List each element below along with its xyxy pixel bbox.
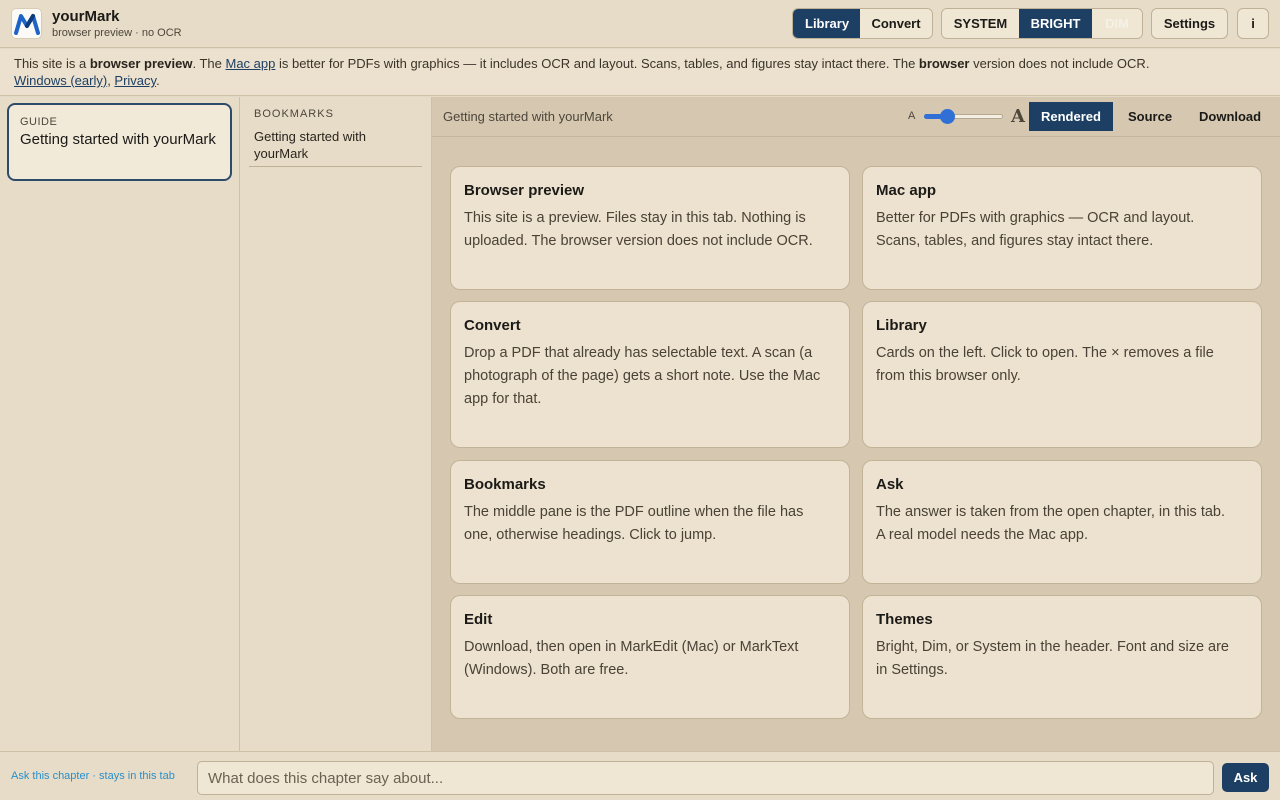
card-body: This site is a preview. Files stay in th… [464, 210, 813, 249]
card-title: Browser preview [464, 182, 585, 199]
card-body: The middle pane is the PDF outline when … [464, 504, 804, 543]
yourmark-logo-icon [11, 8, 42, 39]
nav-segment: Library Convert [792, 8, 933, 39]
library-card-kicker: GUIDE [20, 116, 58, 128]
source-view-button[interactable]: Source [1116, 102, 1184, 131]
mac-app-link[interactable]: Mac app [225, 56, 275, 71]
ask-button[interactable]: Ask [1222, 763, 1269, 792]
card-convert: Convert Drop a PDF that already has sele… [450, 301, 850, 448]
ask-hint: Ask this chapter · stays in this tab [11, 770, 175, 782]
rendered-view-button[interactable]: Rendered [1029, 102, 1113, 131]
app-subtitle: browser preview · no OCR [52, 27, 182, 39]
card-library: Library Cards on the left. Click to open… [862, 301, 1262, 448]
theme-dim-button[interactable]: DIM [1092, 9, 1142, 38]
library-card[interactable]: GUIDE Getting started with yourMark [7, 103, 232, 181]
font-size-slider[interactable] [924, 109, 1003, 124]
font-size-large-label: A [1011, 106, 1025, 127]
card-body: The answer is taken from the open chapte… [876, 504, 1225, 543]
bookmark-item[interactable]: Getting started with yourMark [249, 128, 422, 167]
card-body: Drop a PDF that already has selectable t… [464, 345, 821, 407]
notice-text: . The [192, 56, 226, 71]
notice-text: is better for PDFs with graphics — it in… [275, 56, 919, 71]
download-button[interactable]: Download [1187, 102, 1273, 131]
document-title: Getting started with yourMark [443, 109, 613, 124]
card-title: Ask [876, 476, 904, 493]
library-tab[interactable]: Library [793, 9, 860, 38]
info-button[interactable]: i [1237, 8, 1269, 39]
document-toolbar: Getting started with yourMark A A Render… [432, 97, 1280, 137]
theme-bright-button[interactable]: BRIGHT [1019, 9, 1092, 38]
card-body: Better for PDFs with graphics — OCR and … [876, 210, 1195, 249]
card-title: Edit [464, 611, 493, 628]
app-header: yourMark browser preview · no OCR Librar… [0, 0, 1280, 48]
card-title: Convert [464, 317, 521, 334]
card-themes: Themes Bright, Dim, or System in the hea… [862, 595, 1262, 719]
card-ask: Ask The answer is taken from the open ch… [862, 460, 1262, 584]
preview-notice: This site is a browser preview. The Mac … [0, 49, 1280, 96]
font-size-small-label: A [908, 110, 916, 122]
ask-bar: Ask this chapter · stays in this tab Ask [0, 751, 1280, 800]
card-body: Bright, Dim, or System in the header. Fo… [876, 639, 1229, 678]
notice-text: This site is a [14, 56, 90, 71]
card-edit: Edit Download, then open in MarkEdit (Ma… [450, 595, 850, 719]
library-pane: GUIDE Getting started with yourMark [0, 97, 240, 751]
card-title: Themes [876, 611, 933, 628]
card-title: Library [876, 317, 927, 334]
card-title: Mac app [876, 182, 937, 199]
notice-end: . [156, 73, 160, 88]
notice-bold-preview: browser preview [89, 56, 193, 71]
bookmarks-pane: BOOKMARKS Getting started with yourMark [240, 97, 432, 751]
slider-thumb[interactable] [940, 109, 955, 124]
card-bookmarks: Bookmarks The middle pane is the PDF out… [450, 460, 850, 584]
convert-tab[interactable]: Convert [860, 9, 932, 38]
card-body: Cards on the left. Click to open. The × … [876, 345, 1214, 384]
library-card-title: Getting started with yourMark [20, 131, 216, 148]
card-browser-preview: Browser preview This site is a preview. … [450, 166, 850, 290]
notice-bold-browser: browser [918, 56, 970, 71]
settings-button[interactable]: Settings [1151, 8, 1228, 39]
card-title: Bookmarks [464, 476, 546, 493]
privacy-link[interactable]: Privacy [114, 73, 156, 88]
bookmarks-heading: BOOKMARKS [254, 108, 334, 120]
app-title: yourMark [52, 8, 120, 25]
notice-text: version does not include OCR. [969, 56, 1150, 71]
theme-system-button[interactable]: SYSTEM [942, 9, 1019, 38]
card-body: Download, then open in MarkEdit (Mac) or… [464, 639, 799, 678]
theme-segment: SYSTEM BRIGHT DIM [941, 8, 1143, 39]
document-pane: Getting started with yourMark A A Render… [432, 97, 1280, 751]
ask-input[interactable] [197, 761, 1214, 795]
windows-link[interactable]: Windows (early) [14, 73, 107, 88]
card-mac-app: Mac app Better for PDFs with graphics — … [862, 166, 1262, 290]
